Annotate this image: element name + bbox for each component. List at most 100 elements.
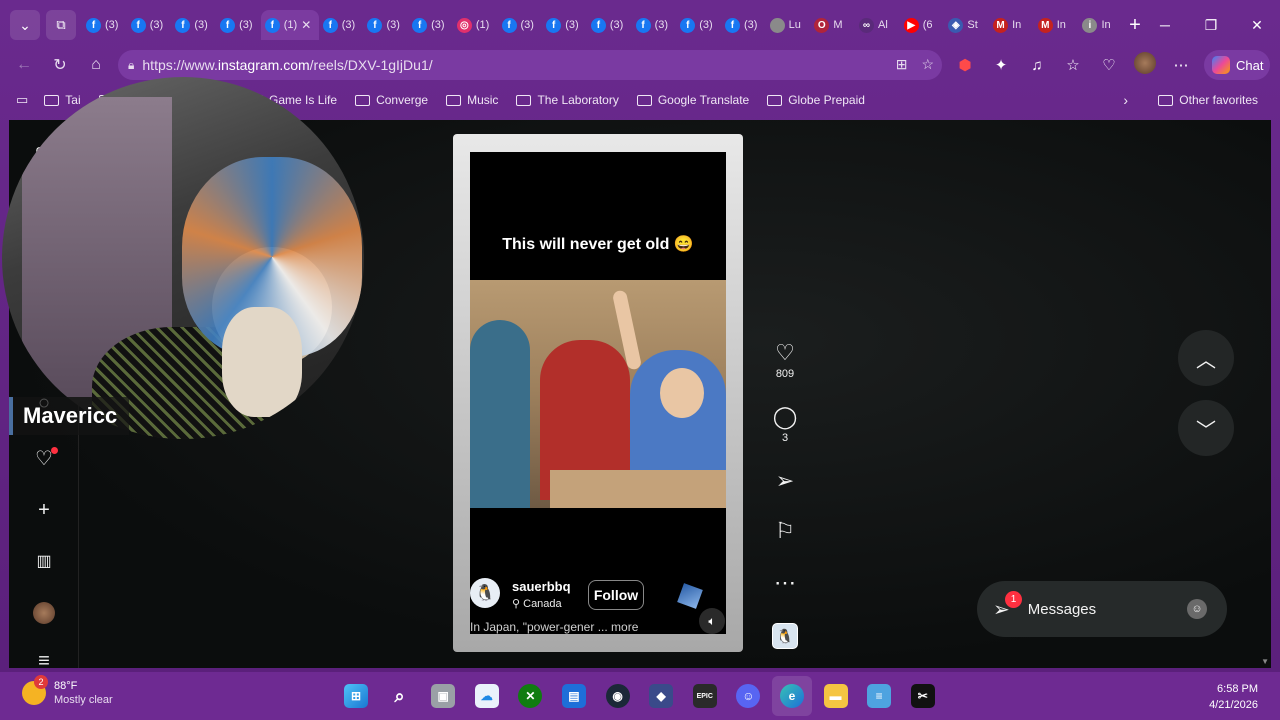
more-menu-icon[interactable]: ≡ bbox=[31, 648, 57, 669]
share-action[interactable]: ➢ bbox=[765, 468, 805, 494]
browser-tab[interactable]: f (3) bbox=[498, 10, 543, 40]
bookmark-icon[interactable]: ⚐ bbox=[765, 518, 805, 544]
capcut-app[interactable]: ✂ bbox=[903, 676, 943, 716]
reel-description[interactable]: In Japan, "power-gener ... more bbox=[470, 620, 638, 634]
gmail-icon: M bbox=[993, 17, 1009, 33]
browser-tab[interactable]: OM bbox=[810, 10, 855, 40]
app-available-icon[interactable]: ⊞ bbox=[896, 56, 908, 73]
comment-bubble-icon[interactable]: ◯ bbox=[765, 404, 805, 430]
like-action[interactable]: ♡ 809 bbox=[765, 340, 805, 380]
browser-tab[interactable]: f (3) bbox=[216, 10, 261, 40]
launcher-app[interactable]: ◆ bbox=[641, 676, 681, 716]
browser-tab[interactable]: f (3) bbox=[363, 10, 408, 40]
bookmark-folder[interactable]: Google Translate bbox=[636, 93, 750, 107]
edge-app[interactable]: e bbox=[771, 676, 812, 716]
more-options-icon[interactable]: ⋯ bbox=[1166, 56, 1196, 74]
more-dots-icon[interactable]: ⋯ bbox=[765, 570, 805, 596]
discord-app[interactable]: ☺ bbox=[728, 676, 768, 716]
browser-tab[interactable]: f (3) bbox=[632, 10, 677, 40]
new-tab-button[interactable]: + bbox=[1129, 14, 1141, 37]
volume-toggle-icon[interactable]: 🔈︎ bbox=[699, 608, 725, 634]
other-favorites-folder[interactable]: Other favorites bbox=[1158, 86, 1258, 114]
address-bar[interactable]: 🔒︎ https://www.instagram.com/reels/DXV-1… bbox=[118, 50, 942, 80]
extensions-icon[interactable]: ✦ bbox=[986, 56, 1016, 74]
copilot-chat-button[interactable]: Chat bbox=[1204, 50, 1270, 80]
store-app[interactable]: ▤ bbox=[554, 676, 594, 716]
file-explorer-app[interactable]: ▬ bbox=[816, 676, 856, 716]
send-paper-plane-icon[interactable]: ➢ bbox=[765, 468, 805, 494]
weather-widget[interactable]: 2 88°F Mostly clear bbox=[22, 675, 113, 706]
browser-tab[interactable]: f (3) bbox=[721, 10, 766, 40]
browser-tab[interactable]: ◎ (1) bbox=[453, 10, 498, 40]
browser-tab[interactable]: M In bbox=[1034, 10, 1079, 40]
favorite-star-icon[interactable]: ☆ bbox=[921, 56, 934, 73]
more-actions[interactable]: ⋯ bbox=[765, 570, 805, 596]
bookmark-folder[interactable]: Converge bbox=[355, 93, 428, 107]
media-control-icon[interactable]: ♫ bbox=[1022, 57, 1052, 74]
xbox-app[interactable]: ✕ bbox=[510, 676, 550, 716]
site-info-icon[interactable]: 🔒︎ bbox=[128, 58, 134, 73]
browser-tab[interactable]: f (3) bbox=[319, 10, 364, 40]
more-favorites-chevron-icon[interactable]: › bbox=[1123, 86, 1128, 114]
minimize-button[interactable]: ─ bbox=[1142, 17, 1188, 33]
audio-sticker-icon[interactable] bbox=[677, 583, 703, 609]
adblock-extension-icon[interactable]: ⬢ bbox=[950, 56, 980, 74]
browser-tab[interactable]: ▶ (6 bbox=[900, 10, 945, 40]
notepad-app[interactable]: ≡ bbox=[859, 676, 899, 716]
create-plus-icon[interactable]: + bbox=[31, 497, 57, 523]
scroll-down-arrow[interactable]: ▼ bbox=[1261, 657, 1269, 666]
home-button[interactable]: ⌂ bbox=[78, 56, 114, 74]
previous-reel-button[interactable]: ︿ bbox=[1178, 330, 1234, 386]
comment-action[interactable]: ◯ 3 bbox=[765, 404, 805, 444]
browser-tab[interactable]: f (3) bbox=[171, 10, 216, 40]
browser-tab[interactable]: f (1) ✕ bbox=[260, 10, 319, 40]
facebook-icon: f bbox=[130, 17, 146, 33]
browser-tab[interactable]: M In bbox=[989, 10, 1034, 40]
author-location[interactable]: ⚲ Canada bbox=[512, 597, 562, 610]
browser-tab[interactable]: Lu bbox=[766, 10, 811, 40]
author-avatar[interactable]: 🐧 bbox=[470, 578, 500, 608]
browser-tab[interactable]: ◈ St bbox=[944, 10, 989, 40]
dashboard-chart-icon[interactable]: ▥ bbox=[31, 548, 57, 574]
author-username[interactable]: sauerbbq bbox=[512, 579, 571, 594]
browser-tab[interactable]: ∞ Al bbox=[855, 10, 900, 40]
browser-tab[interactable]: f (3) bbox=[408, 10, 453, 40]
bookmark-folder[interactable]: The Laboratory bbox=[516, 93, 619, 107]
browser-essentials-icon[interactable]: ♡ bbox=[1094, 56, 1124, 74]
save-action[interactable]: ⚐ bbox=[765, 518, 805, 544]
close-tab-icon[interactable]: ✕ bbox=[301, 18, 311, 32]
browser-tab[interactable]: f (3) bbox=[82, 10, 127, 40]
browser-tab[interactable]: f (3) bbox=[587, 10, 632, 40]
tab-actions-menu-button[interactable]: ⌄ bbox=[10, 10, 40, 40]
browser-tab[interactable]: i In bbox=[1078, 10, 1123, 40]
steam-app[interactable]: ◉ bbox=[598, 676, 638, 716]
original-audio-thumbnail[interactable]: 🐧 bbox=[772, 623, 798, 649]
task-view-button[interactable]: ▣ bbox=[423, 676, 463, 716]
reel-video-frame[interactable] bbox=[470, 280, 726, 508]
back-button[interactable]: ← bbox=[6, 56, 42, 74]
browser-tab[interactable]: f (3) bbox=[127, 10, 172, 40]
bookmark-label: Google Translate bbox=[657, 93, 750, 107]
favorites-icon[interactable]: ☆ bbox=[1058, 56, 1088, 74]
workspaces-button[interactable]: ⧉ bbox=[46, 10, 76, 40]
bookmark-folder[interactable]: Music bbox=[446, 93, 498, 107]
reel-video-player[interactable]: This will never get old 😄 🐧 sauerbbq ⚲ C… bbox=[470, 152, 726, 634]
search-button[interactable]: ⌕ bbox=[380, 676, 420, 716]
restore-button[interactable]: ❐ bbox=[1188, 17, 1234, 34]
profile-avatar[interactable] bbox=[1130, 52, 1160, 78]
refresh-button[interactable]: ↻ bbox=[42, 55, 78, 75]
browser-tab[interactable]: f (3) bbox=[542, 10, 587, 40]
epic-games-app[interactable]: EPIC bbox=[685, 676, 725, 716]
messages-button[interactable]: ➢ 1 Messages ☺ bbox=[977, 581, 1227, 637]
start-button[interactable]: ⊞ bbox=[336, 676, 376, 716]
browser-tab[interactable]: f (3) bbox=[676, 10, 721, 40]
next-reel-button[interactable]: ﹀ bbox=[1178, 400, 1234, 456]
system-clock[interactable]: 6:58 PM 4/21/2026 bbox=[1209, 681, 1258, 713]
profile-avatar-sidebar[interactable] bbox=[31, 600, 57, 626]
close-window-button[interactable]: ✕ bbox=[1234, 17, 1280, 34]
follow-button[interactable]: Follow bbox=[588, 580, 644, 610]
bookmark-folder[interactable]: Globe Prepaid bbox=[767, 93, 865, 107]
heart-icon[interactable]: ♡ bbox=[765, 340, 805, 366]
onedrive-app[interactable]: ☁ bbox=[467, 676, 507, 716]
more-link[interactable]: ... more bbox=[598, 620, 639, 634]
